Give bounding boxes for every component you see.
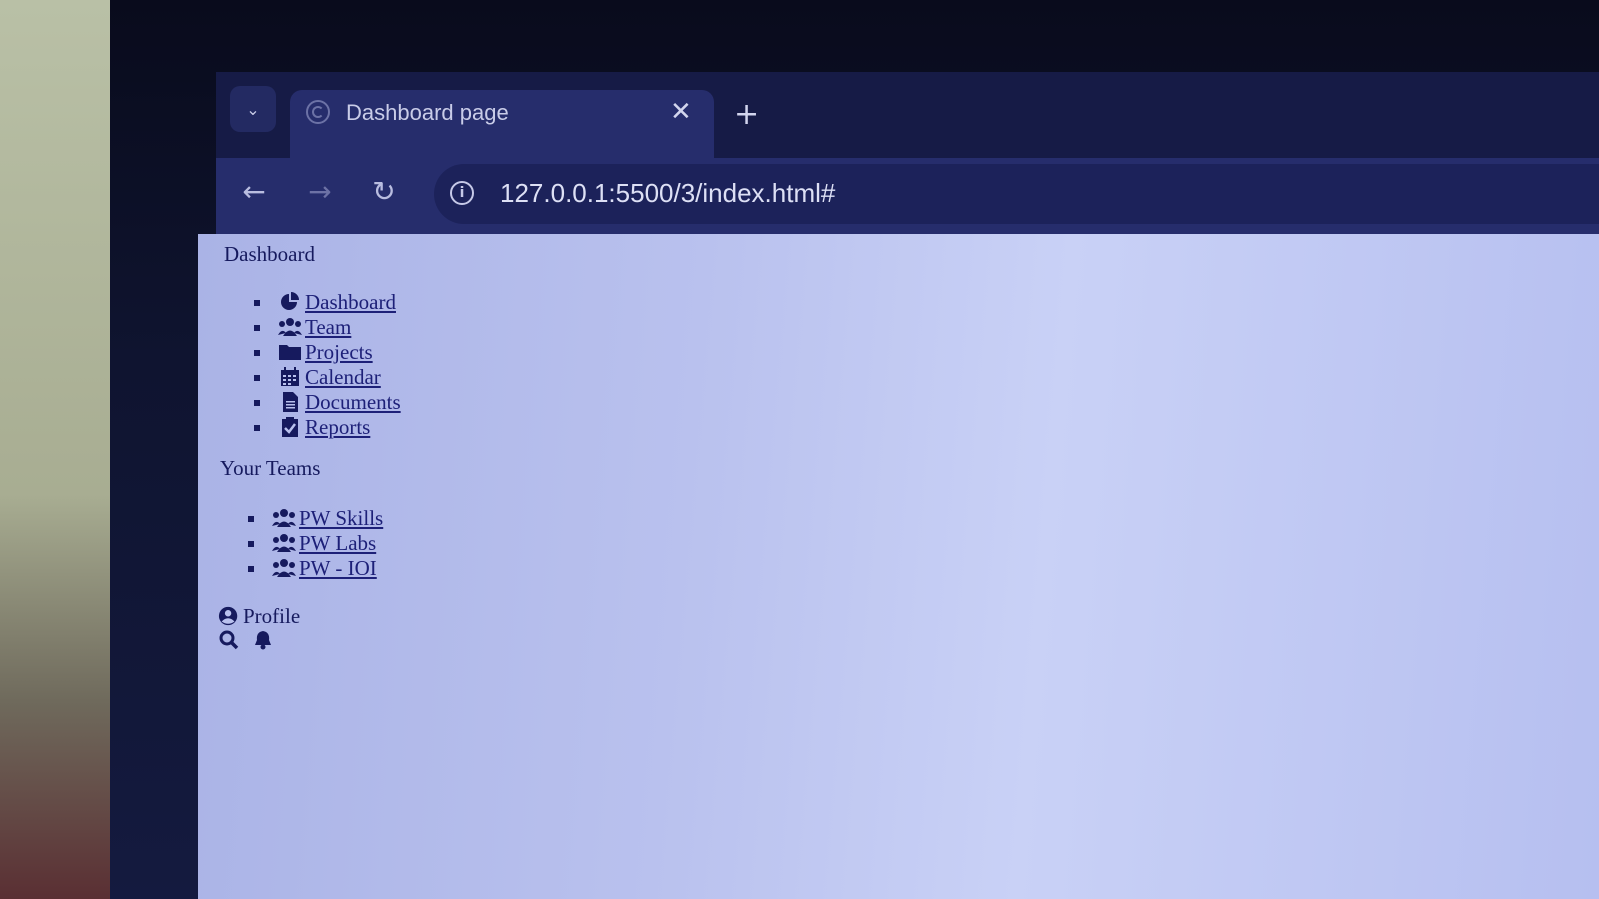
team-label: PW Skills <box>299 506 384 530</box>
clipboard-check-icon <box>278 417 302 437</box>
browser-toolbar: ← → ↻ i 127.0.0.1:5500/3/index.html# <box>216 158 1599 234</box>
reload-button[interactable]: ↻ <box>364 172 404 212</box>
active-tab[interactable]: Dashboard page ✕ <box>290 90 714 158</box>
nav-link-calendar[interactable]: Calendar <box>278 365 381 389</box>
nav-label: Projects <box>305 340 373 364</box>
nav-link-documents[interactable]: Documents <box>278 390 401 414</box>
team-link-pw-ioi[interactable]: PW - IOI <box>272 556 377 580</box>
users-icon <box>278 317 302 337</box>
back-button[interactable]: ← <box>234 172 274 212</box>
team-link-pw-skills[interactable]: PW Skills <box>272 506 383 530</box>
nav-link-projects[interactable]: Projects <box>278 340 373 364</box>
profile-label: Profile <box>243 604 301 628</box>
search-icon[interactable] <box>218 630 242 650</box>
new-tab-button[interactable]: + <box>734 100 759 130</box>
folder-icon <box>278 342 302 362</box>
nav-label: Team <box>305 315 352 339</box>
list-item: PW Skills <box>248 506 383 531</box>
back-arrow-icon: ← <box>242 175 266 208</box>
forward-button[interactable]: → <box>300 172 340 212</box>
list-item: Calendar <box>254 365 401 390</box>
document-icon <box>278 392 302 412</box>
address-bar[interactable]: i 127.0.0.1:5500/3/index.html# <box>434 164 1599 224</box>
user-circle-icon <box>218 606 240 626</box>
pie-chart-icon <box>278 292 302 312</box>
info-icon[interactable]: i <box>450 181 474 205</box>
list-item: PW - IOI <box>248 556 383 581</box>
nav-list: Dashboard Team Projects Calendar Documen… <box>254 290 401 440</box>
nav-link-reports[interactable]: Reports <box>278 415 370 439</box>
utility-icons <box>218 630 278 650</box>
nav-link-dashboard[interactable]: Dashboard <box>278 290 396 314</box>
list-item: Team <box>254 315 401 340</box>
tab-close-button[interactable]: ✕ <box>670 98 692 126</box>
url-text[interactable]: 127.0.0.1:5500/3/index.html# <box>500 178 835 209</box>
photo-scene: ⌄ Dashboard page ✕ + ← → ↻ i 127.0.0.1:5… <box>0 0 1599 899</box>
bell-icon[interactable] <box>251 630 275 650</box>
tab-search-button[interactable]: ⌄ <box>230 86 276 132</box>
nav-label: Documents <box>305 390 401 414</box>
users-icon <box>272 558 296 578</box>
team-label: PW Labs <box>299 531 377 555</box>
nav-link-team[interactable]: Team <box>278 315 351 339</box>
team-label: PW - IOI <box>299 556 377 580</box>
browser-window: ⌄ Dashboard page ✕ + ← → ↻ i 127.0.0.1:5… <box>198 72 1599 899</box>
dashboard-heading: Dashboard <box>224 242 315 266</box>
reload-icon: ↻ <box>372 175 396 208</box>
profile-link[interactable]: Profile <box>218 604 300 629</box>
nav-label: Dashboard <box>305 290 396 314</box>
page-content: Dashboard Dashboard Team Projects Calend… <box>198 234 1599 899</box>
nav-label: Reports <box>305 415 371 439</box>
list-item: Projects <box>254 340 401 365</box>
tab-title: Dashboard page <box>346 100 509 125</box>
list-item: Dashboard <box>254 290 401 315</box>
users-icon <box>272 508 296 528</box>
teams-list: PW Skills PW Labs PW - IOI <box>248 506 383 581</box>
team-link-pw-labs[interactable]: PW Labs <box>272 531 376 555</box>
list-item: Reports <box>254 415 401 440</box>
globe-icon <box>306 100 330 124</box>
chevron-down-icon: ⌄ <box>246 99 260 119</box>
teams-heading: Your Teams <box>220 456 321 480</box>
tab-strip: ⌄ Dashboard page ✕ + <box>216 72 1599 158</box>
forward-arrow-icon: → <box>308 175 332 208</box>
nav-label: Calendar <box>305 365 381 389</box>
users-icon <box>272 533 296 553</box>
list-item: PW Labs <box>248 531 383 556</box>
list-item: Documents <box>254 390 401 415</box>
calendar-icon <box>278 367 302 387</box>
